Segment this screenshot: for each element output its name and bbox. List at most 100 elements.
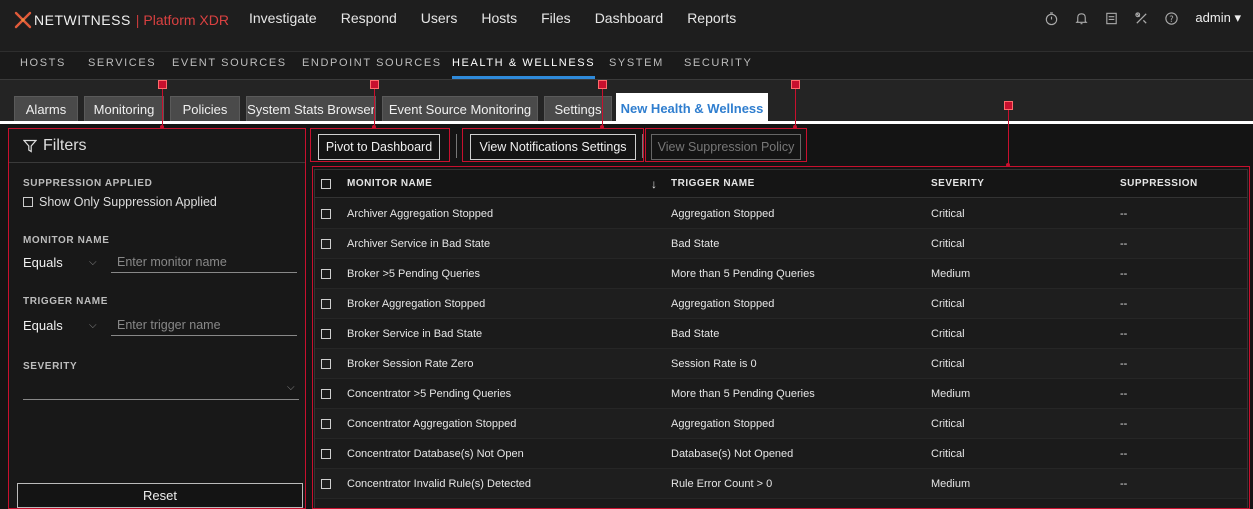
- bell-icon[interactable]: [1073, 10, 1089, 26]
- severity-select[interactable]: [23, 380, 299, 400]
- nav-hosts[interactable]: Hosts: [481, 10, 517, 26]
- user-menu[interactable]: admin ▾: [1195, 10, 1241, 26]
- cell-severity: Medium: [931, 268, 971, 280]
- select-all-checkbox[interactable]: [321, 179, 331, 189]
- monitors-table: MONITOR NAME ↓ TRIGGER NAME SEVERITY SUP…: [314, 169, 1248, 509]
- toolbar-separator: [642, 134, 643, 158]
- cell-suppression: --: [1120, 238, 1128, 250]
- row-checkbox[interactable]: [321, 419, 331, 429]
- reset-button[interactable]: Reset: [17, 483, 303, 508]
- chevron-down-icon[interactable]: ⌵: [287, 382, 295, 393]
- nav-files[interactable]: Files: [541, 10, 571, 26]
- row-checkbox[interactable]: [321, 329, 331, 339]
- header-severity[interactable]: SEVERITY: [931, 170, 984, 198]
- trigger-name-input[interactable]: Enter trigger name: [111, 314, 297, 336]
- checkbox-icon[interactable]: [23, 197, 33, 207]
- monitor-operator-select[interactable]: Equals: [23, 255, 63, 270]
- suppression-applied-label: SUPPRESSION APPLIED: [23, 178, 153, 189]
- cell-suppression: --: [1120, 328, 1128, 340]
- view-suppression-policy-button[interactable]: View Suppression Policy: [651, 134, 801, 160]
- sort-down-icon[interactable]: ↓: [651, 170, 658, 198]
- subnav-hosts[interactable]: HOSTS: [20, 52, 66, 80]
- tools-icon[interactable]: [1133, 10, 1149, 26]
- subnav-health-wellness[interactable]: HEALTH & WELLNESS: [452, 52, 596, 79]
- cell-monitor-name: Archiver Service in Bad State: [347, 238, 491, 250]
- chevron-down-icon[interactable]: ⌵: [89, 257, 97, 268]
- tab-event-source-monitoring[interactable]: Event Source Monitoring: [382, 96, 538, 122]
- table-row[interactable]: Broker Aggregation Stopped Aggregation St…: [315, 289, 1247, 319]
- nav-users[interactable]: Users: [421, 10, 458, 26]
- tab-alarms[interactable]: Alarms: [14, 96, 78, 122]
- header-monitor-name[interactable]: MONITOR NAME: [347, 170, 432, 198]
- row-checkbox[interactable]: [321, 299, 331, 309]
- timer-icon[interactable]: [1043, 10, 1059, 26]
- subnav-system[interactable]: SYSTEM: [609, 52, 664, 80]
- brand-name: NETWITNESS: [34, 12, 131, 28]
- subnav-security[interactable]: SECURITY: [684, 52, 752, 80]
- row-checkbox[interactable]: [321, 479, 331, 489]
- view-notifications-settings-button[interactable]: View Notifications Settings: [470, 134, 636, 160]
- annotation-line: [374, 87, 375, 128]
- cell-trigger-name: More than 5 Pending Queries: [671, 268, 815, 280]
- row-checkbox[interactable]: [321, 389, 331, 399]
- row-checkbox[interactable]: [321, 239, 331, 249]
- row-checkbox[interactable]: [321, 449, 331, 459]
- cell-severity: Critical: [931, 298, 965, 310]
- table-row[interactable]: Concentrator Database(s) Not Open Databas…: [315, 439, 1247, 469]
- table-row[interactable]: Archiver Service in Bad State Bad State Cr…: [315, 229, 1247, 259]
- help-icon[interactable]: ?: [1163, 10, 1179, 26]
- subnav-endpoint-sources[interactable]: ENDPOINT SOURCES: [302, 52, 442, 80]
- nav-dashboard[interactable]: Dashboard: [595, 10, 664, 26]
- nav-investigate[interactable]: Investigate: [249, 10, 317, 26]
- row-checkbox[interactable]: [321, 209, 331, 219]
- subnav-event-sources[interactable]: EVENT SOURCES: [172, 52, 287, 80]
- annotation-dot: [1006, 163, 1010, 167]
- cell-monitor-name: Broker Service in Bad State: [347, 328, 483, 340]
- cell-severity: Medium: [931, 478, 971, 490]
- filters-header: Filters: [9, 129, 305, 163]
- cell-severity: Critical: [931, 208, 965, 220]
- table-row[interactable]: Broker Session Rate Zero Session Rate is …: [315, 349, 1247, 379]
- cell-trigger-name: Bad State: [671, 328, 720, 340]
- header-trigger-name[interactable]: TRIGGER NAME: [671, 170, 755, 198]
- tab-new-health-wellness[interactable]: New Health & Wellness: [616, 93, 768, 122]
- table-row[interactable]: Concentrator >5 Pending Queries More than…: [315, 379, 1247, 409]
- monitor-name-input[interactable]: Enter monitor name: [111, 251, 297, 273]
- cell-suppression: --: [1120, 358, 1128, 370]
- cell-trigger-name: Aggregation Stopped: [671, 208, 775, 220]
- tab-policies[interactable]: Policies: [170, 96, 240, 122]
- netwitness-logo-icon: [14, 11, 32, 29]
- brand-logo[interactable]: NETWITNESS | Platform XDR: [14, 10, 229, 30]
- tab-monitoring[interactable]: Monitoring: [84, 96, 164, 122]
- filters-title: Filters: [43, 136, 87, 154]
- chevron-down-icon: ▾: [1234, 10, 1241, 25]
- filter-icon: [23, 139, 37, 153]
- cell-trigger-name: Aggregation Stopped: [671, 298, 775, 310]
- cell-monitor-name: Concentrator Aggregation Stopped: [347, 418, 517, 430]
- tab-row: Alarms Monitoring Policies System Stats …: [0, 80, 1253, 122]
- nav-reports[interactable]: Reports: [687, 10, 736, 26]
- brand-separator: |: [135, 12, 140, 28]
- chevron-down-icon[interactable]: ⌵: [89, 320, 97, 331]
- table-row[interactable]: Broker Service in Bad State Bad State Crit…: [315, 319, 1247, 349]
- annotation-line: [162, 87, 163, 128]
- table-row[interactable]: Concentrator Invalid Rule(s) Detected Rul…: [315, 469, 1247, 499]
- subnav-services[interactable]: SERVICES: [88, 52, 156, 80]
- header-suppression[interactable]: SUPPRESSION: [1120, 170, 1198, 198]
- table-row[interactable]: Broker >5 Pending Queries More than 5 Pen…: [315, 259, 1247, 289]
- pivot-to-dashboard-button[interactable]: Pivot to Dashboard: [318, 134, 440, 160]
- cell-suppression: --: [1120, 418, 1128, 430]
- cell-monitor-name: Broker Session Rate Zero: [347, 358, 474, 370]
- nav-respond[interactable]: Respond: [341, 10, 397, 26]
- table-row[interactable]: Concentrator Aggregation Stopped Aggregat…: [315, 409, 1247, 439]
- table-row[interactable]: Archiver Aggregation Stopped Aggregation …: [315, 199, 1247, 229]
- trigger-operator-select[interactable]: Equals: [23, 318, 63, 333]
- row-checkbox[interactable]: [321, 359, 331, 369]
- row-checkbox[interactable]: [321, 269, 331, 279]
- cell-severity: Critical: [931, 358, 965, 370]
- tab-system-stats-browser[interactable]: System Stats Browser: [246, 96, 376, 122]
- clipboard-icon[interactable]: [1103, 10, 1119, 26]
- annotation-dot: [600, 125, 604, 129]
- suppression-checkbox[interactable]: Show Only Suppression Applied: [23, 195, 217, 209]
- severity-label: SEVERITY: [23, 361, 78, 372]
